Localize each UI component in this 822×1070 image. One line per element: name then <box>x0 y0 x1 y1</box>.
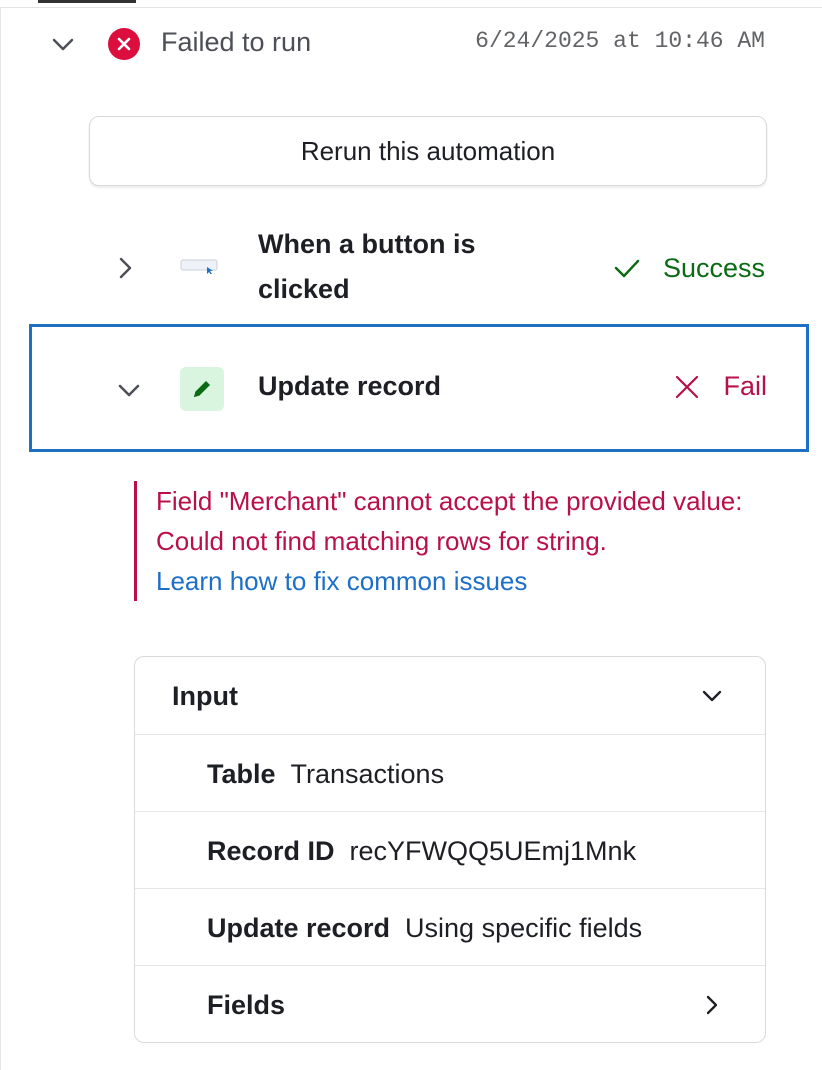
chevron-right-icon[interactable] <box>116 256 136 280</box>
fail-status-icon <box>108 28 140 60</box>
fix-issues-link[interactable]: Learn how to fix common issues <box>156 561 774 601</box>
trigger-step-title: When a button is clicked <box>258 229 476 304</box>
run-status-label: Failed to run <box>161 27 312 57</box>
input-row-record-id: Record ID recYFWQQ5UEmj1Mnk <box>135 811 765 888</box>
close-icon <box>676 375 699 398</box>
error-message-block: Field "Merchant" cannot accept the provi… <box>134 481 774 601</box>
input-row-fields[interactable]: Fields <box>135 965 765 1042</box>
field-label: Record ID <box>207 836 335 866</box>
chevron-down-icon[interactable] <box>50 32 76 58</box>
checkmark-icon <box>614 259 640 278</box>
trigger-status: Success <box>613 250 765 286</box>
left-divider <box>0 8 1 1070</box>
field-value: Using specific fields <box>405 913 643 943</box>
chevron-down-icon[interactable] <box>701 685 723 707</box>
input-card: Input Table Transactions Record ID recYFWQ… <box>134 656 766 1043</box>
pencil-icon <box>180 367 224 411</box>
error-message: Field "Merchant" cannot accept the provi… <box>156 486 743 556</box>
field-value: Transactions <box>290 759 445 789</box>
trigger-status-label: Success <box>662 252 765 283</box>
input-row-table: Table Transactions <box>135 734 765 811</box>
field-label: Update record <box>207 913 391 943</box>
field-value: recYFWQQ5UEmj1Mnk <box>349 836 637 866</box>
chevron-right-icon[interactable] <box>701 994 723 1016</box>
update-status: Fail <box>675 371 767 402</box>
update-status-label: Fail <box>723 371 767 401</box>
update-step-title: Update record <box>258 371 442 401</box>
active-tab-indicator <box>38 0 136 3</box>
input-heading: Input <box>172 681 238 711</box>
field-label: Fields <box>207 990 286 1020</box>
update-record-step[interactable]: Update record Fail <box>29 324 809 452</box>
run-timestamp: 6/24/2025 at 10:46 AM <box>475 28 765 54</box>
chevron-down-icon[interactable] <box>116 378 142 404</box>
input-header[interactable]: Input <box>135 657 765 734</box>
trigger-step[interactable]: When a button is clicked Success <box>0 218 822 318</box>
rerun-automation-button[interactable]: Rerun this automation <box>89 116 767 186</box>
button-click-icon <box>180 259 218 274</box>
field-label: Table <box>207 759 276 789</box>
run-header[interactable]: Failed to run 6/24/2025 at 10:46 AM <box>0 20 822 68</box>
input-row-update-record: Update record Using specific fields <box>135 888 765 965</box>
